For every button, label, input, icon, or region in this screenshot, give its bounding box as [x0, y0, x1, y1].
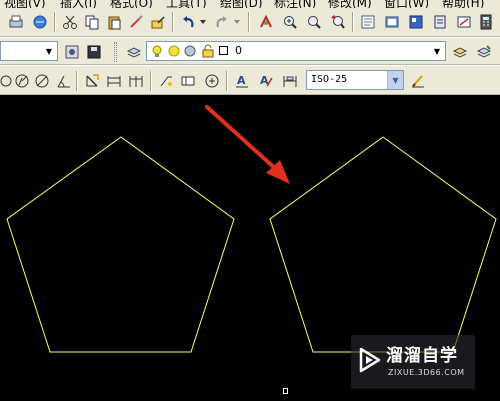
menu-format[interactable]: 格式(O): [110, 0, 153, 8]
menu-tools[interactable]: 工具(T): [166, 0, 207, 8]
toolbar-separator: [54, 12, 56, 32]
dim-style-dropdown[interactable]: ISO-25 ▼: [306, 70, 404, 90]
properties-icon[interactable]: [358, 12, 378, 32]
dim-text-edit-icon[interactable]: A: [256, 71, 276, 91]
paste-icon[interactable]: [104, 12, 124, 32]
layer-previous-icon[interactable]: [474, 42, 494, 62]
layer-properties-icon[interactable]: [124, 42, 144, 62]
menu-bar: 视图(V) 插入(I) 格式(O) 工具(T) 绘图(D) 标注(N) 修改(M…: [0, 0, 500, 8]
zoom-previous-icon[interactable]: [328, 12, 348, 32]
make-object-layer-current-icon[interactable]: [450, 42, 470, 62]
publish-icon[interactable]: [30, 12, 50, 32]
dim-style-manager-icon[interactable]: [408, 71, 428, 91]
dim-baseline-linear-icon[interactable]: [104, 71, 124, 91]
watermark-url: ZIXUE.3D66.COM: [388, 368, 465, 377]
dim-diameter-icon[interactable]: [32, 71, 52, 91]
zoom-realtime-icon[interactable]: [280, 12, 300, 32]
workspace-dropdown[interactable]: ▼: [0, 41, 58, 61]
menu-view[interactable]: 视图(V): [4, 0, 46, 8]
dim-update-icon[interactable]: [280, 71, 300, 91]
toolbar-separator: [172, 12, 174, 32]
design-center-icon[interactable]: [382, 12, 402, 32]
chevron-down-icon[interactable]: ▼: [429, 42, 445, 60]
watermark: 溜溜自学 ZIXUE.3D66.COM: [351, 335, 475, 389]
workspace-settings-icon[interactable]: [62, 42, 82, 62]
calculator-icon[interactable]: [476, 12, 496, 32]
dim-baseline-icon[interactable]: [0, 71, 12, 91]
standard-toolbar: [0, 8, 500, 37]
toolbar-separator: [352, 12, 354, 32]
toolbar-separator: [76, 71, 78, 91]
layer-color-swatch: [219, 46, 228, 55]
toolbar-grip[interactable]: [114, 42, 117, 62]
pentagon-right: [269, 136, 497, 353]
quick-dim-icon[interactable]: [82, 71, 102, 91]
menu-draw[interactable]: 绘图(D): [220, 0, 263, 8]
dim-radius-icon[interactable]: [12, 71, 32, 91]
layer-dropdown[interactable]: 0 ▼: [146, 41, 446, 61]
zoom-window-icon[interactable]: [304, 12, 324, 32]
block-editor-icon[interactable]: [148, 12, 168, 32]
workspace-save-icon[interactable]: [84, 42, 104, 62]
toolbar-separator: [150, 71, 152, 91]
pan-icon[interactable]: [256, 12, 276, 32]
sun-freeze-icon[interactable]: [167, 44, 181, 61]
cut-icon[interactable]: [60, 12, 80, 32]
undo-icon[interactable]: [178, 12, 198, 32]
pentagon-left: [6, 136, 235, 353]
markup-icon[interactable]: [454, 12, 474, 32]
dim-edit-icon[interactable]: A: [232, 71, 252, 91]
lightbulb-icon[interactable]: [151, 44, 163, 61]
layers-toolbar: ▼ 0 ▼: [0, 37, 500, 65]
menu-dimension[interactable]: 标注(N): [274, 0, 316, 8]
dim-center-mark-icon[interactable]: [202, 71, 222, 91]
chevron-down-icon[interactable]: ▼: [387, 71, 403, 89]
copy-icon[interactable]: [82, 12, 102, 32]
dim-continue-icon[interactable]: [126, 71, 146, 91]
tool-palettes-icon[interactable]: [406, 12, 426, 32]
pointer-arrow-shaft: [205, 105, 280, 173]
menu-window[interactable]: 窗口(W): [384, 0, 429, 8]
brush-icon[interactable]: [126, 12, 146, 32]
lock-icon[interactable]: [201, 44, 215, 61]
undo-dropdown-icon[interactable]: [198, 12, 208, 32]
chevron-down-icon[interactable]: ▼: [41, 42, 57, 60]
menu-modify[interactable]: 修改(M): [328, 0, 372, 8]
redo-icon[interactable]: [212, 12, 232, 32]
menu-help[interactable]: 帮助(H): [442, 0, 484, 8]
viewport-freeze-icon[interactable]: [183, 44, 197, 61]
current-layer-name: 0: [235, 44, 242, 57]
play-logo-icon: [357, 345, 383, 378]
pickbox-cursor: [283, 388, 288, 394]
dimension-toolbar: A A ISO-25 ▼: [0, 65, 500, 95]
dim-leader-icon[interactable]: [156, 71, 176, 91]
toolbar-separator: [248, 12, 250, 32]
dim-tolerance-icon[interactable]: [178, 71, 198, 91]
dim-angular-icon[interactable]: [54, 71, 74, 91]
redo-dropdown-icon[interactable]: [232, 12, 242, 32]
sheet-set-icon[interactable]: [430, 12, 450, 32]
print-icon[interactable]: [6, 12, 26, 32]
dim-style-value: ISO-25: [311, 74, 348, 85]
toolbar-separator: [226, 71, 228, 91]
menu-insert[interactable]: 插入(I): [60, 0, 97, 8]
svg-text:A: A: [237, 74, 246, 87]
watermark-title: 溜溜自学: [386, 346, 458, 366]
